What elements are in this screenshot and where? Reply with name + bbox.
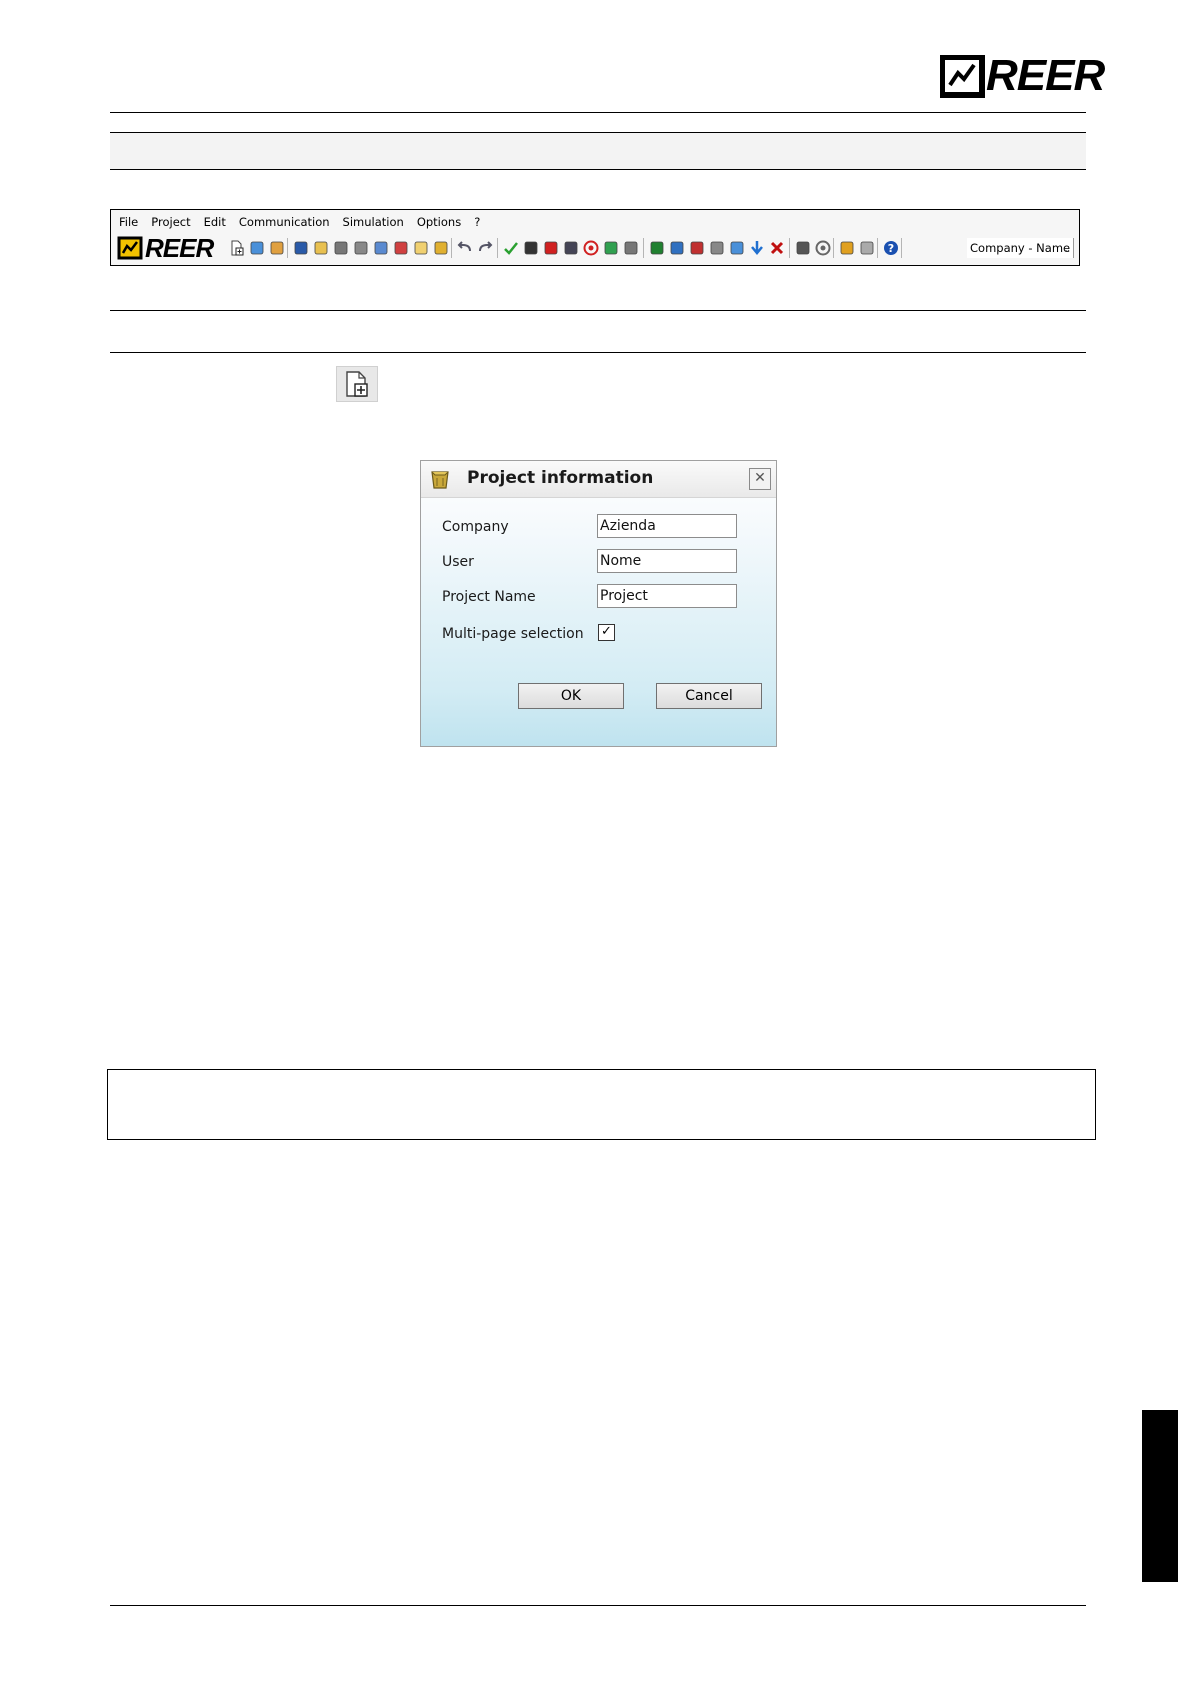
exchange-icon[interactable] bbox=[603, 240, 619, 256]
user-label: User bbox=[442, 554, 474, 570]
print-icon[interactable] bbox=[333, 240, 349, 256]
toolbar-separator bbox=[877, 238, 878, 258]
company-label: Company bbox=[442, 519, 509, 535]
menu-communication[interactable]: Communication bbox=[239, 215, 330, 231]
project-information-dialog: Project information ✕ Company Azienda Us… bbox=[420, 460, 777, 747]
chapter-side-tab bbox=[1142, 1410, 1178, 1582]
svg-text:?: ? bbox=[888, 242, 894, 255]
eraser-icon[interactable] bbox=[859, 240, 875, 256]
toolbar-separator bbox=[833, 238, 834, 258]
stop-icon[interactable] bbox=[815, 240, 831, 256]
redo-icon[interactable] bbox=[477, 240, 493, 256]
note-box bbox=[107, 1069, 1096, 1140]
menu-file[interactable]: File bbox=[119, 215, 138, 231]
menu-project[interactable]: Project bbox=[151, 215, 190, 231]
toolbar-logo: REER bbox=[117, 233, 214, 263]
cancel-button[interactable]: Cancel bbox=[656, 683, 762, 709]
toolbar-separator bbox=[287, 238, 288, 258]
footer-rule bbox=[110, 1605, 1086, 1606]
tool-row: REER Company - Name ⌄ ? bbox=[115, 233, 1075, 263]
menu-simulation[interactable]: Simulation bbox=[343, 215, 404, 231]
new-project-icon[interactable] bbox=[229, 240, 245, 256]
open-folder-icon[interactable] bbox=[313, 240, 329, 256]
reer-logo-text: REER bbox=[986, 51, 1105, 100]
notes-icon[interactable] bbox=[413, 240, 429, 256]
network-icon[interactable] bbox=[689, 240, 705, 256]
menu-bar: File Project Edit Communication Simulati… bbox=[119, 215, 493, 231]
section-rule-bottom bbox=[110, 352, 1086, 353]
memory-icon[interactable] bbox=[523, 240, 539, 256]
new-project-button[interactable] bbox=[336, 366, 378, 402]
print-preview-icon[interactable] bbox=[353, 240, 369, 256]
text-icon[interactable] bbox=[373, 240, 389, 256]
dialog-title: Project information bbox=[467, 468, 654, 488]
module-icon[interactable] bbox=[795, 240, 811, 256]
header-rule bbox=[110, 112, 1086, 113]
download-icon[interactable] bbox=[749, 240, 765, 256]
shield-icon[interactable] bbox=[543, 240, 559, 256]
transfer-icon[interactable] bbox=[563, 240, 579, 256]
multipage-checkbox[interactable]: ✓ bbox=[598, 624, 615, 641]
project-name-input[interactable]: Project bbox=[597, 584, 737, 608]
ok-button[interactable]: OK bbox=[518, 683, 624, 709]
user-input[interactable]: Nome bbox=[597, 549, 737, 573]
toolbar-separator bbox=[497, 238, 498, 258]
validate-icon[interactable] bbox=[503, 240, 519, 256]
help-icon[interactable]: ? bbox=[883, 240, 899, 256]
zoom-icon[interactable] bbox=[669, 240, 685, 256]
toolbar-separator bbox=[451, 238, 452, 258]
close-icon[interactable]: ✕ bbox=[749, 468, 771, 490]
company-input[interactable]: Azienda bbox=[597, 514, 737, 538]
delete-icon[interactable] bbox=[769, 240, 785, 256]
reer-logo: REER bbox=[939, 51, 1105, 100]
menu-options[interactable]: Options bbox=[417, 215, 461, 231]
undo-icon[interactable] bbox=[457, 240, 473, 256]
toolbar-logo-text: REER bbox=[145, 233, 214, 263]
new-project-icon bbox=[346, 371, 368, 397]
tools-icon[interactable] bbox=[623, 240, 639, 256]
project-name-label: Project Name bbox=[442, 589, 536, 605]
dialog-title-bar: Project information ✕ bbox=[421, 461, 776, 498]
section-rule-top bbox=[110, 310, 1086, 311]
section-header-band bbox=[110, 132, 1086, 170]
wizard-icon[interactable] bbox=[839, 240, 855, 256]
edit-icon[interactable] bbox=[433, 240, 449, 256]
user-icon[interactable] bbox=[269, 240, 285, 256]
save-icon[interactable] bbox=[293, 240, 309, 256]
toolbar-separator bbox=[643, 238, 644, 258]
open-web-icon[interactable] bbox=[249, 240, 265, 256]
application-toolbar: File Project Edit Communication Simulati… bbox=[110, 209, 1080, 266]
clipboard-icon[interactable] bbox=[709, 240, 725, 256]
multipage-label: Multi-page selection bbox=[442, 626, 584, 642]
company-name-field[interactable]: Company - Name bbox=[967, 238, 1075, 258]
target-icon[interactable] bbox=[583, 240, 599, 256]
toolbar-overflow-icon[interactable]: ⌄ bbox=[1063, 245, 1071, 255]
toolbar-separator bbox=[789, 238, 790, 258]
monitor-icon[interactable] bbox=[649, 240, 665, 256]
menu-edit[interactable]: Edit bbox=[204, 215, 226, 231]
project-box-icon bbox=[429, 468, 451, 490]
display-icon[interactable] bbox=[729, 240, 745, 256]
menu-help[interactable]: ? bbox=[474, 215, 480, 231]
grid-icon[interactable] bbox=[393, 240, 409, 256]
toolbar-separator bbox=[901, 238, 902, 258]
